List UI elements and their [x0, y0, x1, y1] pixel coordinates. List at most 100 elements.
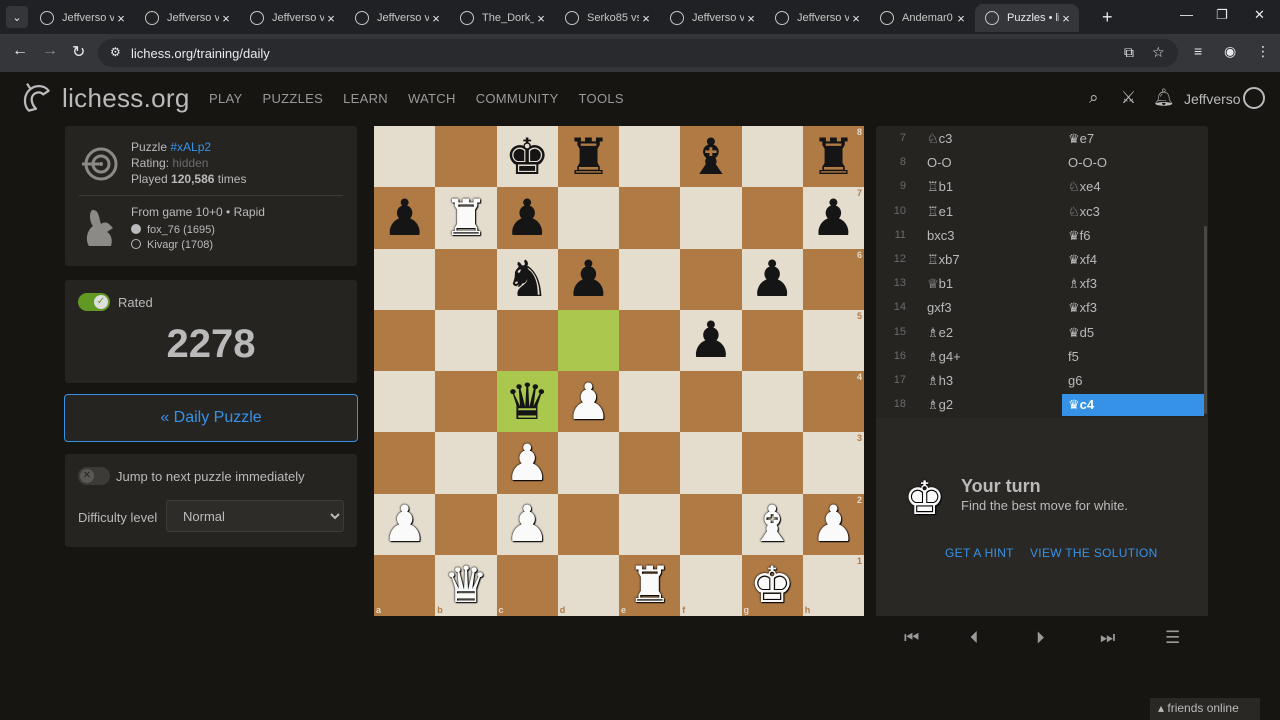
media-controls-icon[interactable]: ≡	[1194, 43, 1202, 59]
square-e1[interactable]: e ♜	[619, 554, 681, 616]
tab-title[interactable]: Serko85 vs	[587, 12, 639, 24]
square-a7[interactable]: ♟	[374, 187, 436, 249]
white-move[interactable]: O-O	[927, 155, 952, 170]
white-bishop-icon[interactable]: ♝	[750, 499, 795, 549]
square-h8[interactable]: 8 ♜	[802, 126, 864, 188]
user-avatar-icon[interactable]	[1243, 87, 1265, 109]
square-b7[interactable]: ♜	[435, 187, 497, 249]
search-icon[interactable]: ⌕	[1089, 88, 1099, 108]
nav-tools[interactable]: TOOLS	[579, 91, 624, 106]
square-b5[interactable]	[435, 309, 497, 371]
square-d4[interactable]: ♟	[557, 371, 619, 433]
browser-tab[interactable]: Jeffverso v ×	[30, 4, 134, 32]
square-e7[interactable]	[619, 187, 681, 249]
previous-move-icon[interactable]: ⏴	[970, 628, 979, 648]
square-c7[interactable]: ♟	[496, 187, 558, 249]
square-e2[interactable]	[619, 493, 681, 555]
black-move[interactable]: ♛e7	[1068, 131, 1094, 147]
white-pawn-icon[interactable]: ♟	[566, 377, 611, 427]
browser-tab[interactable]: Jeffverso v ×	[135, 4, 239, 32]
square-c1[interactable]: c	[496, 554, 558, 616]
tab-title[interactable]: Puzzles • li	[1007, 12, 1059, 24]
tab-title[interactable]: The_Dork_	[482, 12, 534, 24]
tab-close-icon[interactable]: ×	[954, 11, 968, 26]
square-a1[interactable]: a	[374, 554, 436, 616]
bookmark-star-icon[interactable]: ☆	[1152, 44, 1165, 61]
square-c6[interactable]: ♞	[496, 248, 558, 310]
get-hint-button[interactable]: GET A HINT	[945, 546, 1014, 560]
square-b1[interactable]: b ♛	[435, 554, 497, 616]
white-move[interactable]: ♗e2	[927, 325, 953, 341]
black-pawn-icon[interactable]: ♟	[688, 315, 733, 365]
site-info-icon[interactable]: ⚙	[110, 45, 121, 59]
square-f3[interactable]	[680, 432, 742, 494]
tab-close-icon[interactable]: ×	[1059, 11, 1073, 26]
source-game-label[interactable]: From game 10+0 • Rapid	[131, 204, 265, 220]
black-pawn-icon[interactable]: ♟	[811, 193, 856, 243]
puzzle-id-link[interactable]: #xALp2	[170, 140, 211, 154]
black-move[interactable]: g6	[1068, 373, 1082, 388]
notifications-bell-icon[interactable]: 🔔︎	[1153, 88, 1175, 108]
nav-watch[interactable]: WATCH	[408, 91, 456, 106]
tab-title[interactable]: Jeffverso v	[797, 12, 849, 24]
black-player[interactable]: Kivagr (1708)	[131, 238, 215, 253]
difficulty-select[interactable]: Normal	[166, 500, 344, 532]
square-b2[interactable]	[435, 493, 497, 555]
black-move[interactable]: ♛c4	[1062, 394, 1204, 417]
tab-title[interactable]: Jeffverso v	[167, 12, 219, 24]
black-player-name[interactable]: Kivagr (1708)	[147, 239, 213, 251]
reload-icon[interactable]: ↻	[72, 42, 85, 62]
browser-tab[interactable]: Jeffverso v ×	[660, 4, 764, 32]
square-b8[interactable]	[435, 126, 497, 188]
tab-close-icon[interactable]: ×	[849, 11, 863, 26]
white-king-icon[interactable]: ♚	[750, 560, 795, 610]
jump-next-toggle[interactable]: ✕	[78, 467, 110, 485]
black-move[interactable]: ♛d5	[1068, 325, 1094, 341]
square-h7[interactable]: 7 ♟	[802, 187, 864, 249]
nav-puzzles[interactable]: PUZZLES	[262, 91, 323, 106]
square-h4[interactable]: 4	[802, 371, 864, 433]
square-f6[interactable]	[680, 248, 742, 310]
square-g1[interactable]: g ♚	[741, 554, 803, 616]
tab-close-icon[interactable]: ×	[534, 11, 548, 26]
first-move-icon[interactable]: ⏮	[904, 628, 919, 648]
install-app-icon[interactable]: ⧉	[1124, 44, 1134, 61]
square-e3[interactable]	[619, 432, 681, 494]
square-a3[interactable]	[374, 432, 436, 494]
black-bishop-icon[interactable]: ♝	[688, 132, 733, 182]
square-b6[interactable]	[435, 248, 497, 310]
black-move[interactable]: ♛f6	[1068, 228, 1091, 244]
username-link[interactable]: Jeffverso	[1184, 91, 1241, 107]
square-a2[interactable]: ♟	[374, 493, 436, 555]
square-g4[interactable]	[741, 371, 803, 433]
black-knight-icon[interactable]: ♞	[505, 254, 550, 304]
browser-tab[interactable]: Serko85 vs ×	[555, 4, 659, 32]
white-rook-icon[interactable]: ♜	[443, 193, 488, 243]
black-queen-icon[interactable]: ♛	[505, 377, 550, 427]
square-f8[interactable]: ♝	[680, 126, 742, 188]
forward-icon[interactable]: →	[42, 42, 58, 60]
profile-icon[interactable]: ◉	[1224, 43, 1236, 60]
white-move[interactable]: ♗h3	[927, 373, 953, 389]
tab-close-icon[interactable]: ×	[219, 11, 233, 26]
tab-close-icon[interactable]: ×	[114, 11, 128, 26]
black-move[interactable]: ♛xf4	[1068, 252, 1097, 268]
site-logo[interactable]: lichess.org	[18, 80, 190, 116]
white-pawn-icon[interactable]: ♟	[382, 499, 427, 549]
white-move[interactable]: ♖e1	[927, 204, 953, 220]
black-move[interactable]: ♘xc3	[1068, 204, 1100, 220]
white-pawn-icon[interactable]: ♟	[505, 499, 550, 549]
square-g6[interactable]: ♟	[741, 248, 803, 310]
square-e4[interactable]	[619, 371, 681, 433]
nav-play[interactable]: PLAY	[209, 91, 242, 106]
square-f1[interactable]: f	[680, 554, 742, 616]
square-g5[interactable]	[741, 309, 803, 371]
tab-close-icon[interactable]: ×	[324, 11, 338, 26]
square-h5[interactable]: 5	[802, 309, 864, 371]
square-g8[interactable]	[741, 126, 803, 188]
square-f5[interactable]: ♟	[680, 309, 742, 371]
square-d6[interactable]: ♟	[557, 248, 619, 310]
black-move[interactable]: ♛xf3	[1068, 300, 1097, 316]
tab-title[interactable]: Jeffverso v	[62, 12, 114, 24]
square-c5[interactable]	[496, 309, 558, 371]
